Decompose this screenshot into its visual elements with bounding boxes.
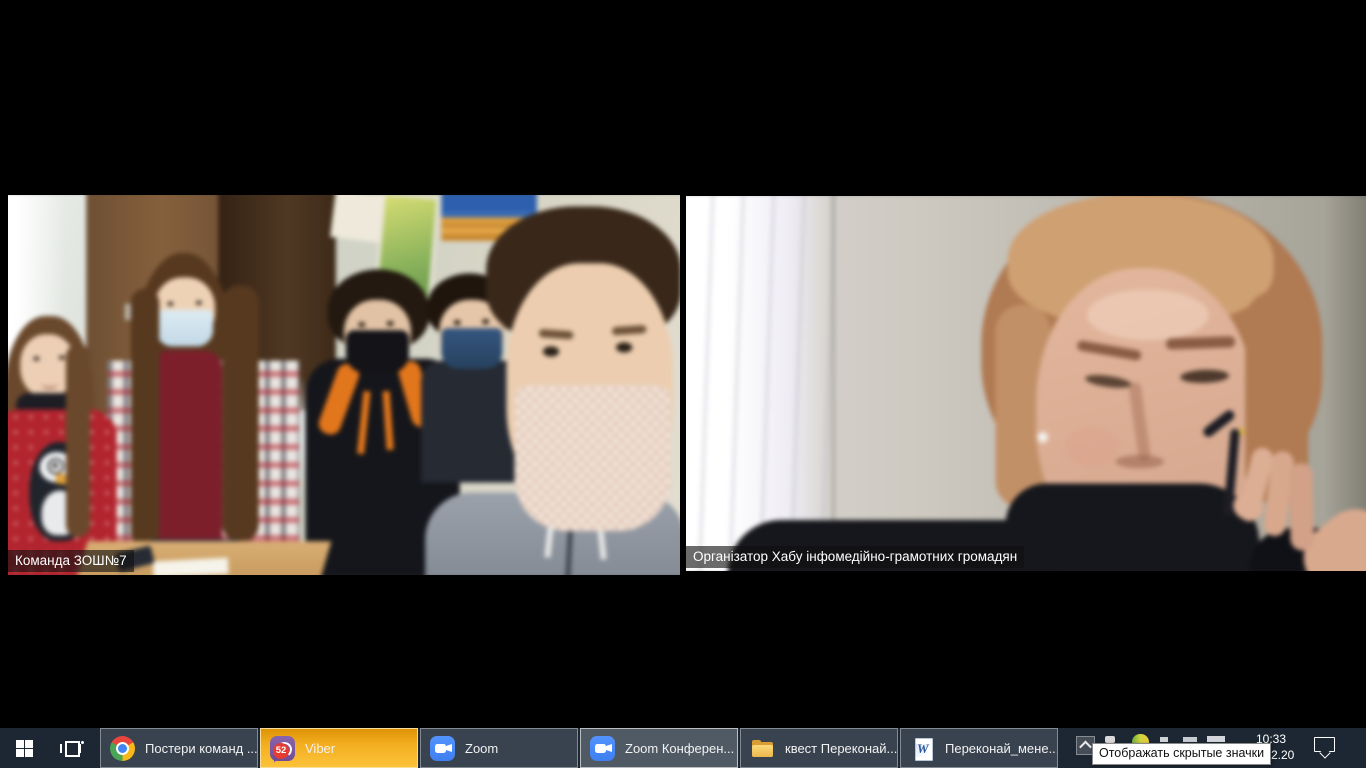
taskbar-app-folder-quest[interactable]: квест Переконай...	[740, 728, 898, 768]
unread-count-badge: 52	[273, 743, 289, 759]
chrome-icon	[110, 736, 135, 761]
task-view-button[interactable]	[48, 728, 96, 768]
taskbar-apps: Постери команд ... 52 Viber Zoom Zoom Конфер…	[100, 728, 1058, 768]
student-2-hair-strand	[222, 286, 259, 542]
taskbar-app-label: Постери команд ...	[145, 741, 257, 756]
student-1-smile	[42, 379, 58, 389]
student-5-eye	[543, 346, 559, 356]
video-tile-organizer[interactable]: Організатор Хабу інфомедійно-грамотних г…	[686, 196, 1366, 571]
action-center-button[interactable]	[1314, 737, 1338, 757]
viber-icon: 52	[270, 736, 295, 761]
student-5-eye	[616, 342, 632, 352]
organizer-finger	[1289, 463, 1314, 551]
folder-icon	[750, 736, 775, 761]
taskbar-app-label: Viber	[305, 741, 335, 756]
taskbar-app-zoom-meeting[interactable]: Zoom Конферен...	[580, 728, 738, 768]
student-4-blue-mask	[441, 328, 502, 369]
zoom-icon	[590, 736, 615, 761]
video-frame-organizer	[686, 196, 1366, 571]
hidden-tray-icon[interactable]	[1183, 737, 1197, 742]
paper-sheet	[153, 558, 229, 575]
forehead-highlight	[1087, 290, 1209, 341]
windows-start-icon	[16, 740, 33, 757]
zoom-meeting-window: Команда ЗОШ№7	[0, 0, 1366, 768]
task-view-icon	[60, 740, 84, 757]
student-2-red-top	[151, 350, 222, 547]
student-5-beige-mask	[515, 385, 671, 531]
taskbar-app-viber[interactable]: 52 Viber	[260, 728, 418, 768]
student-3-eye	[387, 321, 394, 326]
student-4-eye	[482, 319, 489, 324]
student-2-eye	[167, 302, 173, 306]
student-1-hair-strand	[66, 344, 90, 537]
window-curtain	[686, 196, 835, 571]
curtain-edge	[831, 196, 835, 571]
student-3-black-mask	[346, 330, 409, 373]
black-turtleneck	[1006, 483, 1260, 571]
taskbar-app-label: Zoom Конферен...	[625, 741, 734, 756]
taskbar-app-label: Переконай_мене...	[945, 741, 1057, 756]
student-4-eye	[454, 320, 461, 325]
student-3-eye	[358, 322, 365, 327]
organizer-nose-shadow	[1115, 455, 1164, 468]
taskbar-app-label: Zoom	[465, 741, 498, 756]
tooltip-show-hidden-icons: Отображать скрытые значки	[1092, 743, 1271, 765]
chevron-up-icon	[1079, 741, 1092, 754]
taskbar-app-word-doc[interactable]: Переконай_мене...	[900, 728, 1058, 768]
video-tile-team[interactable]: Команда ЗОШ№7	[8, 195, 680, 575]
hidden-tray-icon[interactable]	[1160, 737, 1168, 742]
taskbar-app-zoom-app[interactable]: Zoom	[420, 728, 578, 768]
taskbar-app-label: квест Переконай...	[785, 741, 897, 756]
word-icon	[910, 736, 935, 761]
hidden-tray-icon[interactable]	[1207, 736, 1225, 742]
hidden-tray-icon[interactable]	[1105, 736, 1115, 743]
pearl-earring	[1038, 433, 1047, 442]
student-2-eye	[196, 301, 202, 305]
student-1-eye	[33, 357, 39, 361]
taskbar-app-chrome[interactable]: Постери команд ...	[100, 728, 258, 768]
student-2-mask	[156, 310, 213, 347]
penguin-pupil	[53, 463, 58, 468]
organizer-cheek	[1065, 427, 1120, 468]
student-1-eye	[59, 356, 65, 360]
participant-name-label: Команда ЗОШ№7	[8, 550, 134, 572]
participant-name-label: Організатор Хабу інфомедійно-грамотних г…	[686, 546, 1024, 568]
zoom-icon	[430, 736, 455, 761]
video-frame-team	[8, 195, 680, 575]
student-2-hair-strand	[131, 289, 159, 548]
start-button[interactable]	[0, 728, 48, 768]
